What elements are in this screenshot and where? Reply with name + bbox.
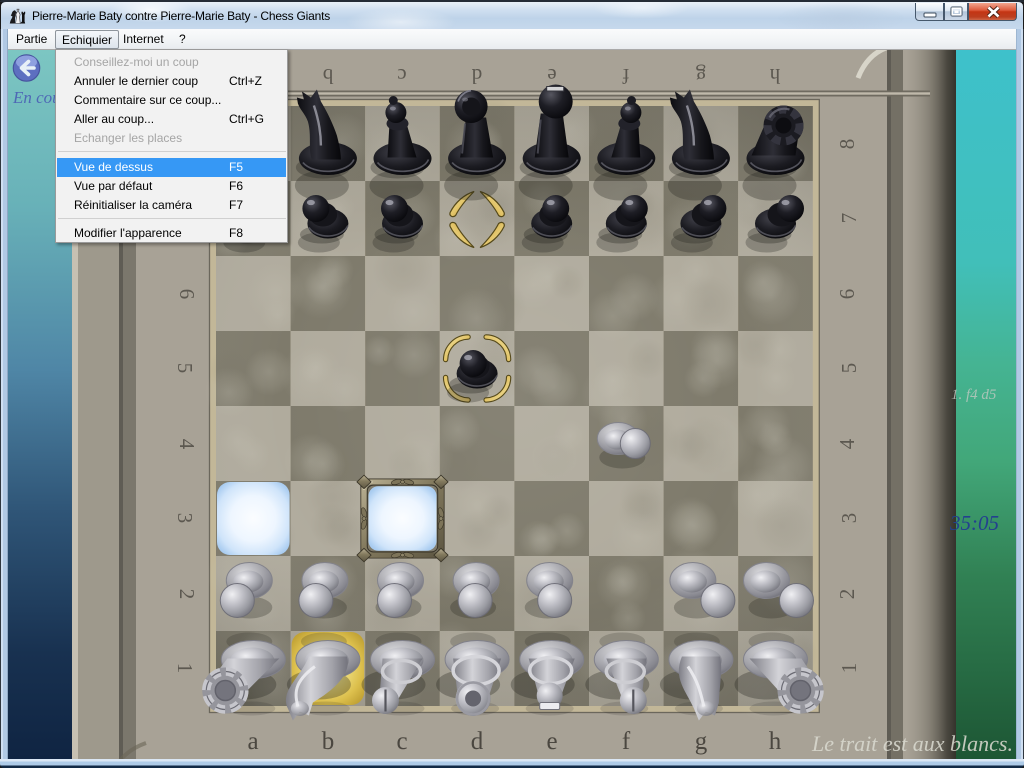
svg-text:3: 3 — [837, 513, 861, 524]
svg-text:1. f4 d5: 1. f4 d5 — [951, 387, 997, 403]
svg-text:En cou: En cou — [12, 88, 61, 107]
svg-text:5: 5 — [173, 363, 197, 374]
svg-text:b: b — [323, 64, 334, 88]
svg-text:g: g — [695, 728, 708, 755]
svg-text:e: e — [546, 728, 557, 755]
svg-text:d: d — [471, 64, 482, 88]
svg-text:f: f — [622, 728, 631, 755]
svg-text:4: 4 — [835, 438, 859, 449]
svg-text:d: d — [471, 728, 484, 755]
svg-text:2: 2 — [175, 589, 199, 600]
svg-text:35:05: 35:05 — [949, 511, 999, 535]
svg-text:c: c — [397, 64, 406, 88]
svg-text:6: 6 — [835, 289, 859, 300]
svg-text:6: 6 — [175, 289, 199, 300]
svg-text:a: a — [247, 728, 258, 755]
svg-text:b: b — [322, 728, 335, 755]
svg-text:1: 1 — [173, 663, 197, 674]
svg-text:7: 7 — [837, 213, 861, 224]
svg-text:f: f — [623, 64, 630, 88]
svg-text:3: 3 — [173, 513, 197, 524]
svg-text:h: h — [769, 64, 780, 88]
svg-text:2: 2 — [835, 589, 859, 600]
svg-text:g: g — [695, 64, 706, 88]
svg-text:e: e — [547, 64, 556, 88]
svg-text:5: 5 — [837, 363, 861, 374]
svg-text:h: h — [769, 728, 782, 755]
svg-text:8: 8 — [835, 139, 859, 150]
svg-text:c: c — [396, 728, 407, 755]
svg-text:4: 4 — [175, 439, 199, 450]
svg-text:Le trait est aux blancs.: Le trait est aux blancs. — [811, 731, 1013, 756]
svg-text:1: 1 — [837, 663, 861, 674]
